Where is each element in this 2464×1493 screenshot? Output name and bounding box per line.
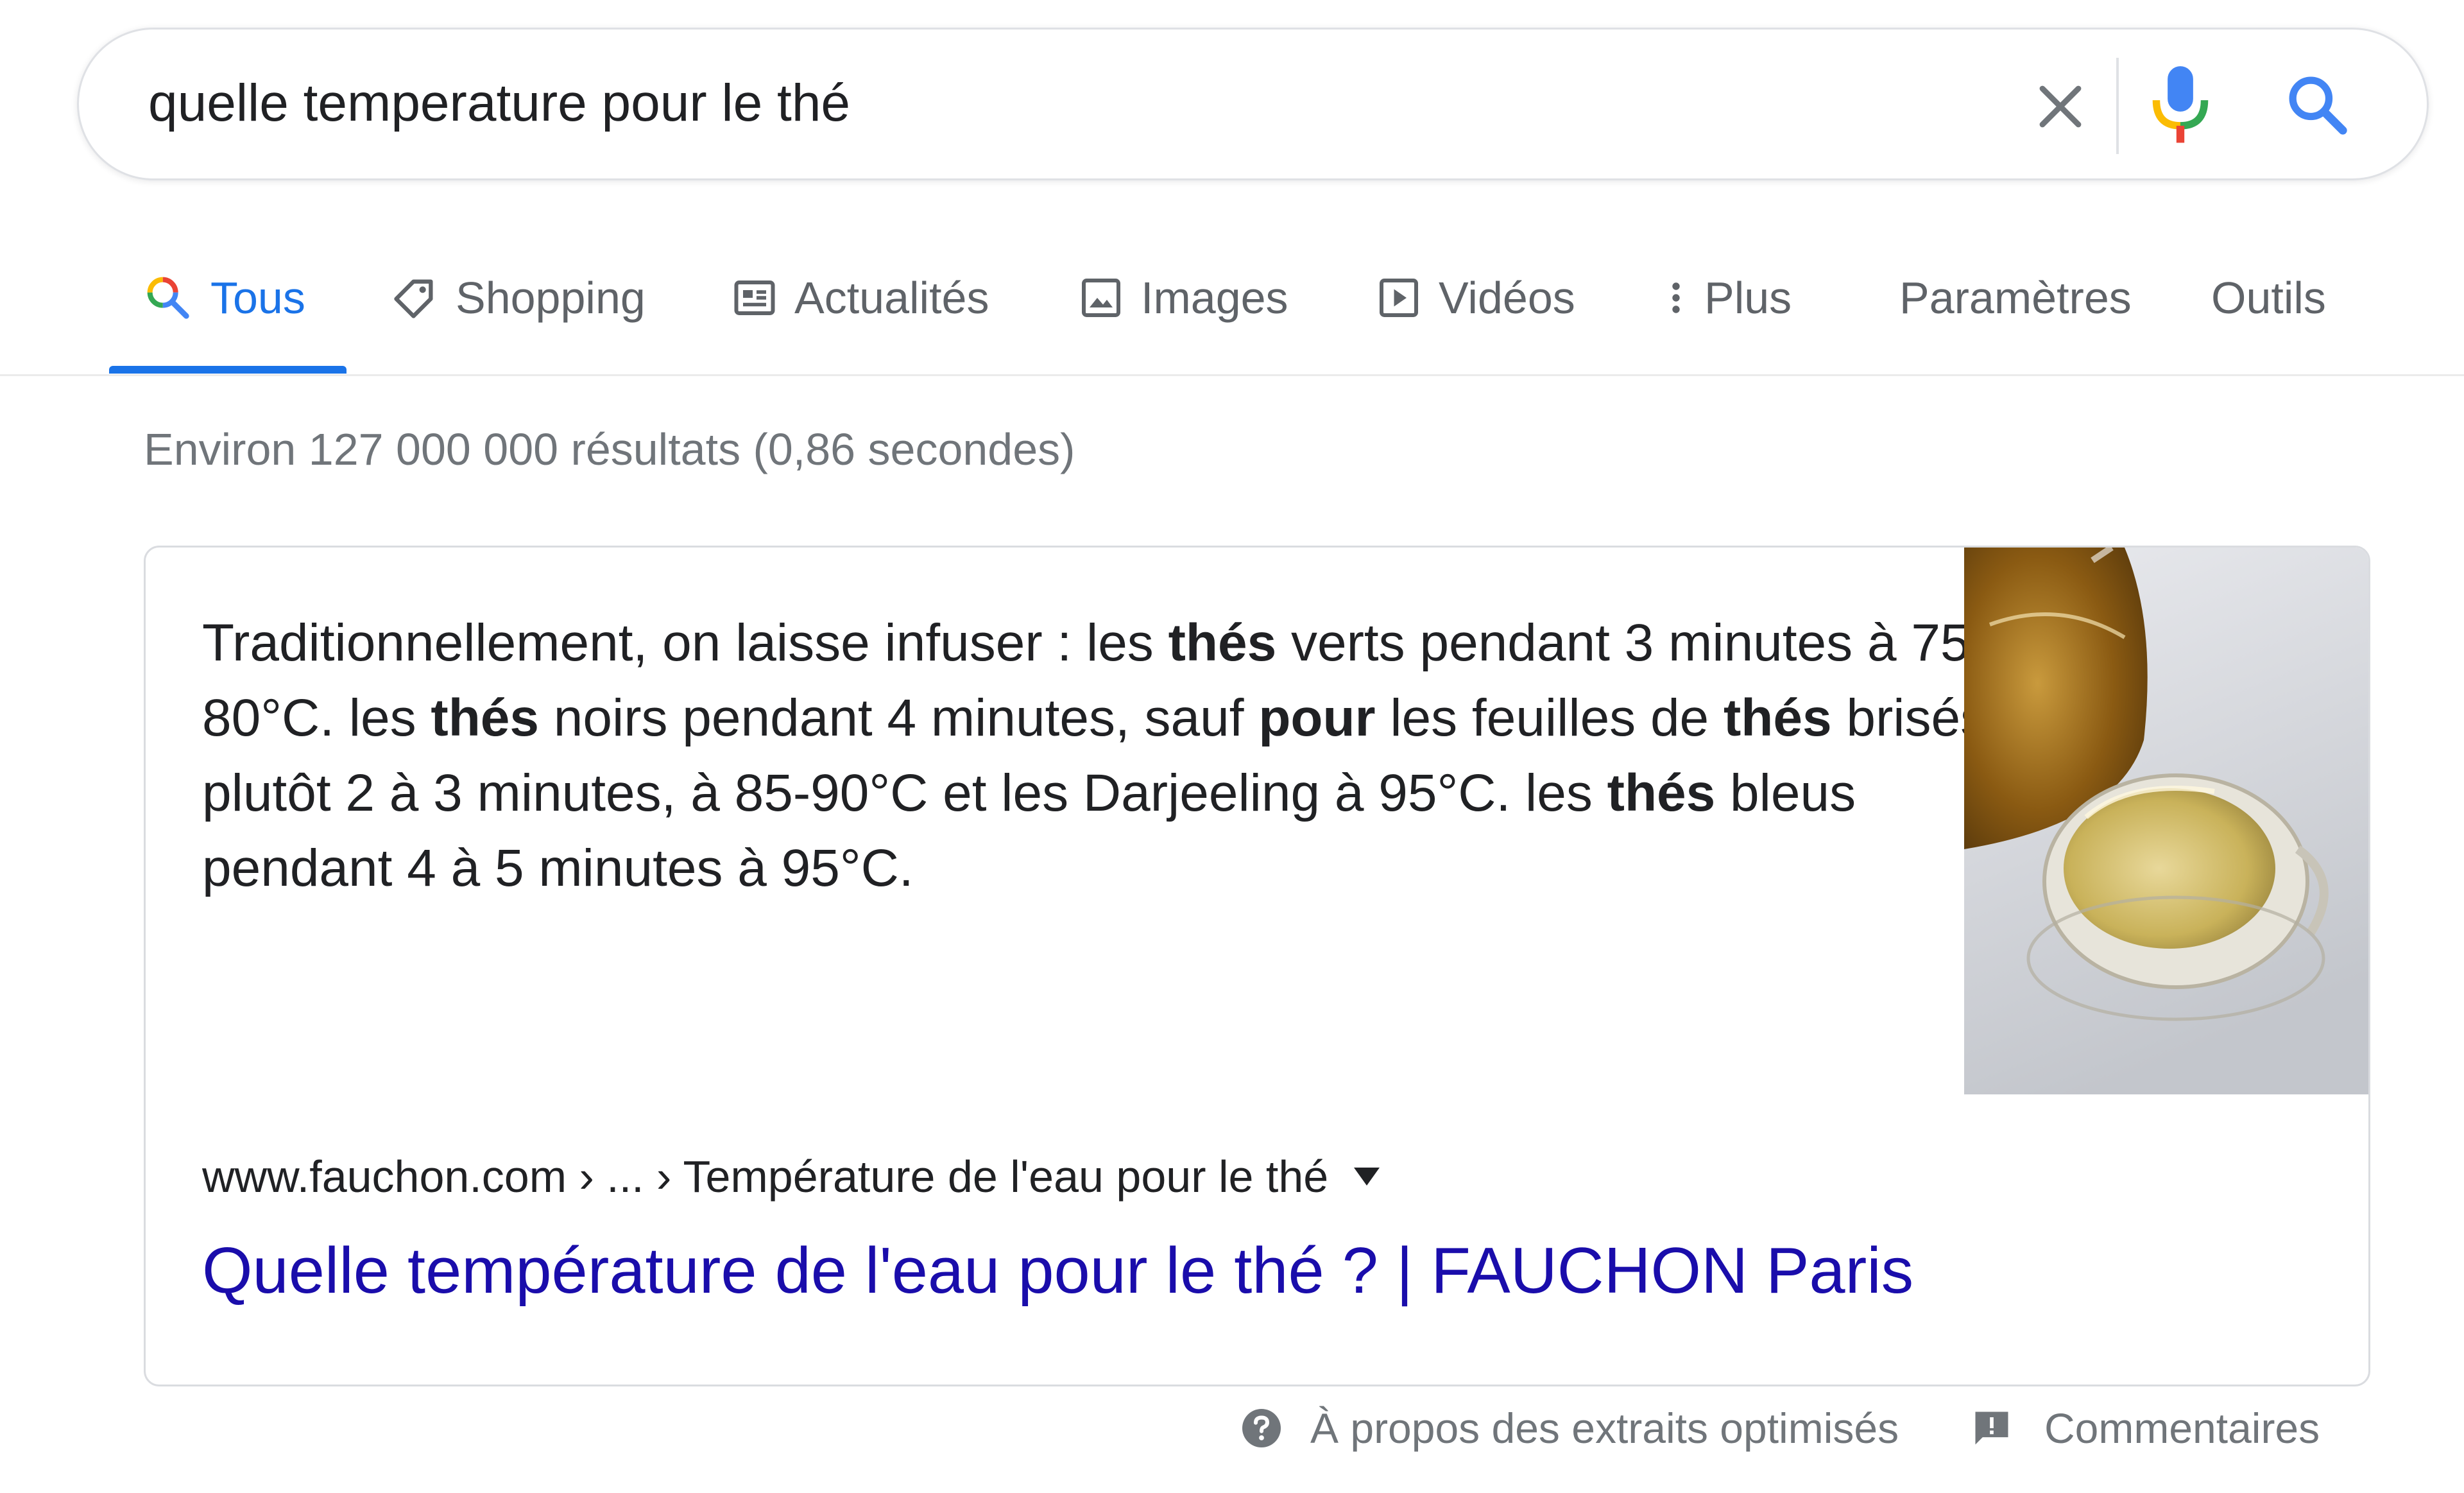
play-icon [1380, 279, 1418, 317]
more-vert-icon [1672, 282, 1680, 313]
search-submit-icon[interactable] [2283, 71, 2350, 137]
snippet-highlight: pour [1258, 689, 1376, 747]
snippet-highlight: thés [1607, 764, 1716, 822]
tab-label: Outils [2211, 273, 2326, 323]
teapot-and-teacup-photo[interactable] [1964, 548, 2370, 1094]
result-breadcrumb[interactable]: www.fauchon.com › ... › Température de l… [202, 1151, 1380, 1202]
tab-outils[interactable]: Outils [2211, 262, 2326, 334]
search-bar[interactable]: quelle temperature pour le thé [77, 28, 2429, 180]
snippet-highlight: thés [1168, 614, 1277, 672]
tab-shopping[interactable]: Shopping [390, 262, 646, 334]
tab-plus[interactable]: Plus [1664, 262, 1792, 334]
snippet-highlight: thés [431, 689, 539, 747]
tab-images[interactable]: Images [1078, 262, 1288, 334]
search-icon [147, 277, 189, 319]
snippet-highlight: thés [1723, 689, 1832, 747]
tab-label: Paramètres [1899, 273, 2132, 323]
dropdown-arrow-icon[interactable] [1354, 1168, 1380, 1186]
snippet-text: Traditionnellement, on laisse infuser : … [202, 605, 2050, 906]
tab-label: Actualités [794, 273, 989, 323]
tab-label: Images [1141, 273, 1288, 323]
help-icon [1242, 1409, 1281, 1447]
newspaper-icon [734, 280, 775, 315]
tab-label: Vidéos [1439, 273, 1575, 323]
featured-snippet: Traditionnellement, on laisse infuser : … [144, 546, 2370, 1386]
clear-icon[interactable] [2030, 76, 2091, 137]
tab-label: Tous [210, 273, 305, 323]
tab-label: Shopping [456, 273, 646, 323]
tab-parametres[interactable]: Paramètres [1899, 262, 2132, 334]
breadcrumb-text: www.fauchon.com › ... › Température de l… [202, 1152, 1329, 1202]
microphone-icon[interactable] [2146, 63, 2214, 149]
tabs-divider [0, 374, 2464, 376]
about-label: À propos des extraits optimisés [1310, 1404, 1899, 1452]
image-icon [1082, 279, 1120, 317]
snippet-segment: les feuilles de [1375, 689, 1724, 747]
snippet-segment: Traditionnellement, on laisse infuser : … [202, 614, 1168, 672]
tag-icon [394, 279, 433, 318]
snippet-segment: noirs pendant 4 minutes, sauf [539, 689, 1259, 747]
search-input[interactable]: quelle temperature pour le thé [148, 73, 850, 134]
result-stats: Environ 127 000 000 résultats (0,86 seco… [144, 424, 1075, 474]
tab-tous[interactable]: Tous [142, 262, 305, 334]
active-tab-indicator [109, 366, 346, 374]
tab-videos[interactable]: Vidéos [1376, 262, 1575, 334]
feedback-icon [1975, 1411, 2008, 1445]
result-title-link[interactable]: Quelle température de l'eau pour le thé … [202, 1234, 1913, 1308]
feedback-label: Commentaires [2044, 1404, 2320, 1452]
tab-label: Plus [1704, 273, 1792, 323]
tab-actualites[interactable]: Actualités [732, 262, 989, 334]
feedback-link[interactable]: Commentaires [1970, 1399, 2320, 1457]
search-bar-divider [2116, 58, 2119, 154]
about-featured-snippets[interactable]: À propos des extraits optimisés [1238, 1399, 1899, 1457]
